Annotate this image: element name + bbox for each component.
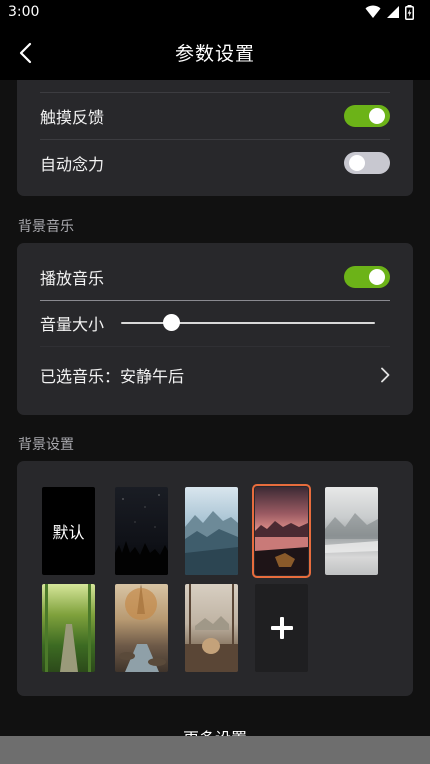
signal-icon <box>387 6 399 18</box>
play-music-label: 播放音乐 <box>40 269 105 288</box>
background-card: 默认 <box>17 461 413 696</box>
add-background-button[interactable] <box>255 584 308 672</box>
page-title: 参数设置 <box>174 43 255 65</box>
play-music-row: 播放音乐 <box>40 253 390 301</box>
bg-autumn-stream-image <box>119 584 166 672</box>
status-icons <box>365 3 414 21</box>
wifi-icon <box>365 5 381 18</box>
chevron-right-icon <box>381 367 390 383</box>
bg-mountain-lake-tile[interactable] <box>185 487 238 575</box>
bg-night-forest-image <box>115 494 168 575</box>
background-section-title: 背景设置 <box>18 437 74 453</box>
haptic-feedback-toggle[interactable] <box>344 105 390 127</box>
bg-default-label: 默认 <box>52 523 85 542</box>
volume-slider-track[interactable] <box>121 322 375 324</box>
bg-bamboo-path-tile[interactable] <box>42 584 95 672</box>
haptic-feedback-row: 触摸反馈 <box>40 92 390 140</box>
bg-mountain-lake-image <box>185 511 238 575</box>
bg-tea-room-tile[interactable] <box>185 584 238 672</box>
bg-sunset-lake-tile[interactable] <box>252 484 311 578</box>
bg-night-forest-tile[interactable] <box>115 487 168 575</box>
auto-mind-row: 自动念力 <box>40 139 390 186</box>
play-music-toggle[interactable] <box>344 266 390 288</box>
toggle-knob <box>349 154 365 171</box>
bg-default-tile[interactable]: 默认 <box>42 487 95 575</box>
app-bar: 参数设置 <box>0 26 430 80</box>
music-card: 播放音乐 音量大小 已选音乐：安静午后 <box>17 243 413 415</box>
plus-icon <box>270 617 293 639</box>
haptic-feedback-label: 触摸反馈 <box>40 108 105 127</box>
bottom-overlay <box>0 736 430 764</box>
bg-sunset-lake-image <box>255 521 308 575</box>
bg-misty-mountains-tile[interactable] <box>325 487 378 575</box>
bg-misty-mountains-image <box>325 513 378 553</box>
bg-bamboo-path-image <box>45 584 91 672</box>
toggle-knob <box>369 269 385 285</box>
auto-mind-label: 自动念力 <box>40 154 105 174</box>
selected-music-label: 已选音乐：安静午后 <box>40 367 185 386</box>
status-time: 3:00 <box>8 4 40 20</box>
volume-label: 音量大小 <box>40 315 105 334</box>
selected-music-row[interactable]: 已选音乐：安静午后 <box>40 347 390 403</box>
bg-tea-room-image <box>185 584 238 672</box>
auto-mind-toggle[interactable] <box>344 151 390 174</box>
music-section-title: 背景音乐 <box>18 219 74 235</box>
battery-icon <box>405 4 414 20</box>
toggle-knob <box>369 108 385 124</box>
settings-content[interactable]: 触摸反馈 自动念力 背景音乐 播放音乐 音量大小 已选音乐：安静午后 背景设置 … <box>0 80 430 764</box>
bg-autumn-stream-tile[interactable] <box>115 584 168 672</box>
status-bar: 3:00 <box>0 0 430 26</box>
general-settings-card: 触摸反馈 自动念力 <box>17 80 413 196</box>
